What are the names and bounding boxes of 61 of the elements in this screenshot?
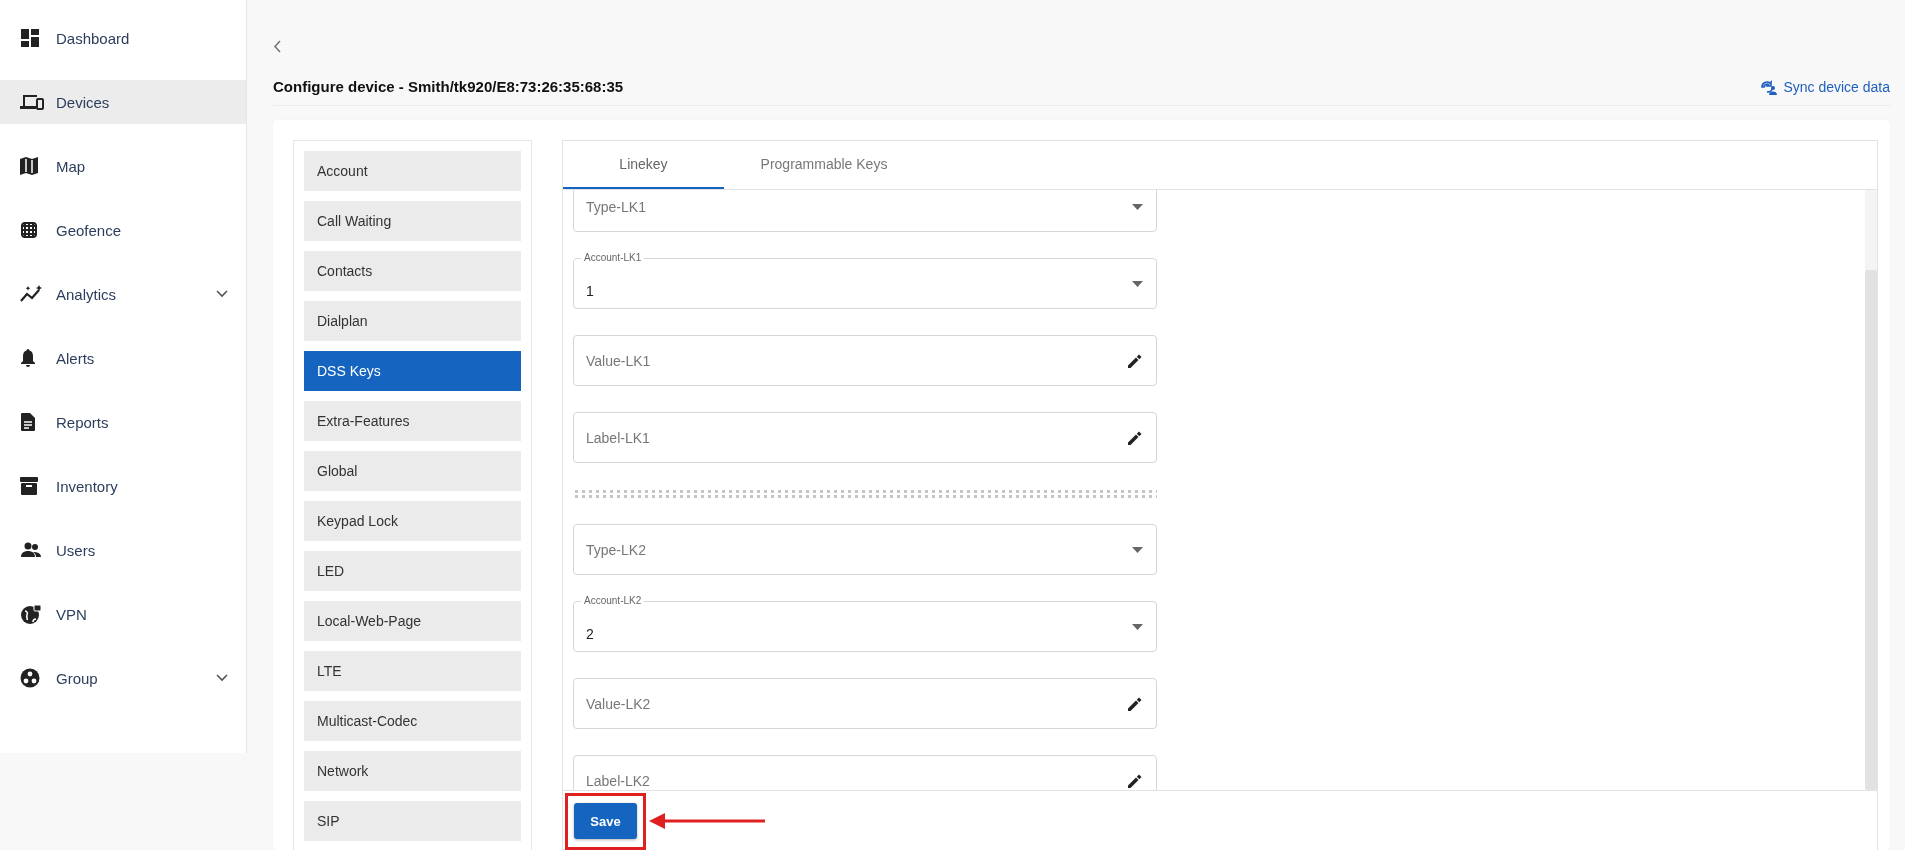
nav-item[interactable]: Geofence xyxy=(0,208,246,252)
analytics-icon xyxy=(20,284,44,304)
devices-icon xyxy=(20,93,44,111)
pencil-icon[interactable] xyxy=(1127,352,1143,369)
grid-icon xyxy=(20,221,38,239)
input-field[interactable]: Value-LK2 xyxy=(573,678,1157,729)
nav-item[interactable]: Group xyxy=(0,656,246,700)
pencil-icon[interactable] xyxy=(1127,695,1143,712)
field-label: Account-LK1 xyxy=(581,252,645,263)
input-field[interactable]: Label-LK1 xyxy=(573,412,1157,463)
settings-menu-item[interactable]: SIP xyxy=(304,801,521,841)
nav-item[interactable]: Devices xyxy=(0,80,246,124)
settings-menu-item[interactable]: Dialplan xyxy=(304,301,521,341)
nav-item[interactable]: VPN xyxy=(0,592,246,636)
settings-menu-item[interactable]: LED xyxy=(304,551,521,591)
dropdown-caret-icon[interactable] xyxy=(1132,546,1143,553)
dropdown-field[interactable]: Type-LK1 xyxy=(573,190,1157,232)
users-icon xyxy=(20,542,42,558)
pencil-icon[interactable] xyxy=(1127,429,1143,446)
dropdown-field[interactable]: Type-LK2 xyxy=(573,524,1157,575)
scrollbar[interactable] xyxy=(1865,190,1877,790)
page-title: Configure device - Smith/tk920/E8:73:26:35:68:35 xyxy=(273,78,624,95)
tab[interactable]: Programmable Keys xyxy=(724,141,924,189)
settings-menu-item[interactable]: Call Waiting xyxy=(304,201,521,241)
dashboard-icon xyxy=(20,28,40,48)
settings-menu-item[interactable]: Network xyxy=(304,751,521,791)
settings-menu-item[interactable]: Local-Web-Page xyxy=(304,601,521,641)
globe-lock-icon xyxy=(20,603,42,625)
settings-menu-item[interactable]: LTE xyxy=(304,651,521,691)
settings-menu-item[interactable]: Global xyxy=(304,451,521,491)
input-field[interactable]: Value-LK1 xyxy=(573,335,1157,386)
dropdown-caret-icon[interactable] xyxy=(1132,623,1143,630)
input-field[interactable]: Label-LK2 xyxy=(573,755,1157,790)
settings-menu-item[interactable]: Extra-Features xyxy=(304,401,521,441)
dropdown-caret-icon[interactable] xyxy=(1132,280,1143,287)
nav-item[interactable]: Reports xyxy=(0,400,246,444)
save-button[interactable]: Save xyxy=(574,803,637,839)
settings-menu-item[interactable]: Account xyxy=(304,151,521,191)
nav-item[interactable]: Analytics xyxy=(0,272,246,316)
nav-item[interactable]: Users xyxy=(0,528,246,572)
nav-item[interactable]: Map xyxy=(0,144,246,188)
pencil-icon[interactable] xyxy=(1127,772,1143,789)
document-icon xyxy=(20,412,36,432)
nav-item[interactable]: Dashboard xyxy=(0,16,246,60)
field-label: Account-LK2 xyxy=(581,595,645,606)
settings-menu-item[interactable]: DSS Keys xyxy=(304,351,521,391)
back-chevron-icon[interactable] xyxy=(273,40,281,53)
group-icon xyxy=(20,668,40,688)
settings-menu-item[interactable]: Contacts xyxy=(304,251,521,291)
settings-menu-item[interactable]: Multicast-Codec xyxy=(304,701,521,741)
cloud-sync-icon xyxy=(1759,78,1778,95)
archive-box-icon xyxy=(20,477,38,495)
nav-item[interactable]: Alerts xyxy=(0,336,246,380)
sync-device-data-link[interactable]: Sync device data xyxy=(1759,78,1890,95)
chevron-down-icon xyxy=(216,674,228,682)
bell-icon xyxy=(20,348,36,368)
chevron-down-icon xyxy=(216,290,228,298)
nav-item[interactable]: Inventory xyxy=(0,464,246,508)
dropdown-caret-icon[interactable] xyxy=(1132,203,1143,210)
map-icon xyxy=(20,156,38,176)
settings-menu-item[interactable]: Keypad Lock xyxy=(304,501,521,541)
